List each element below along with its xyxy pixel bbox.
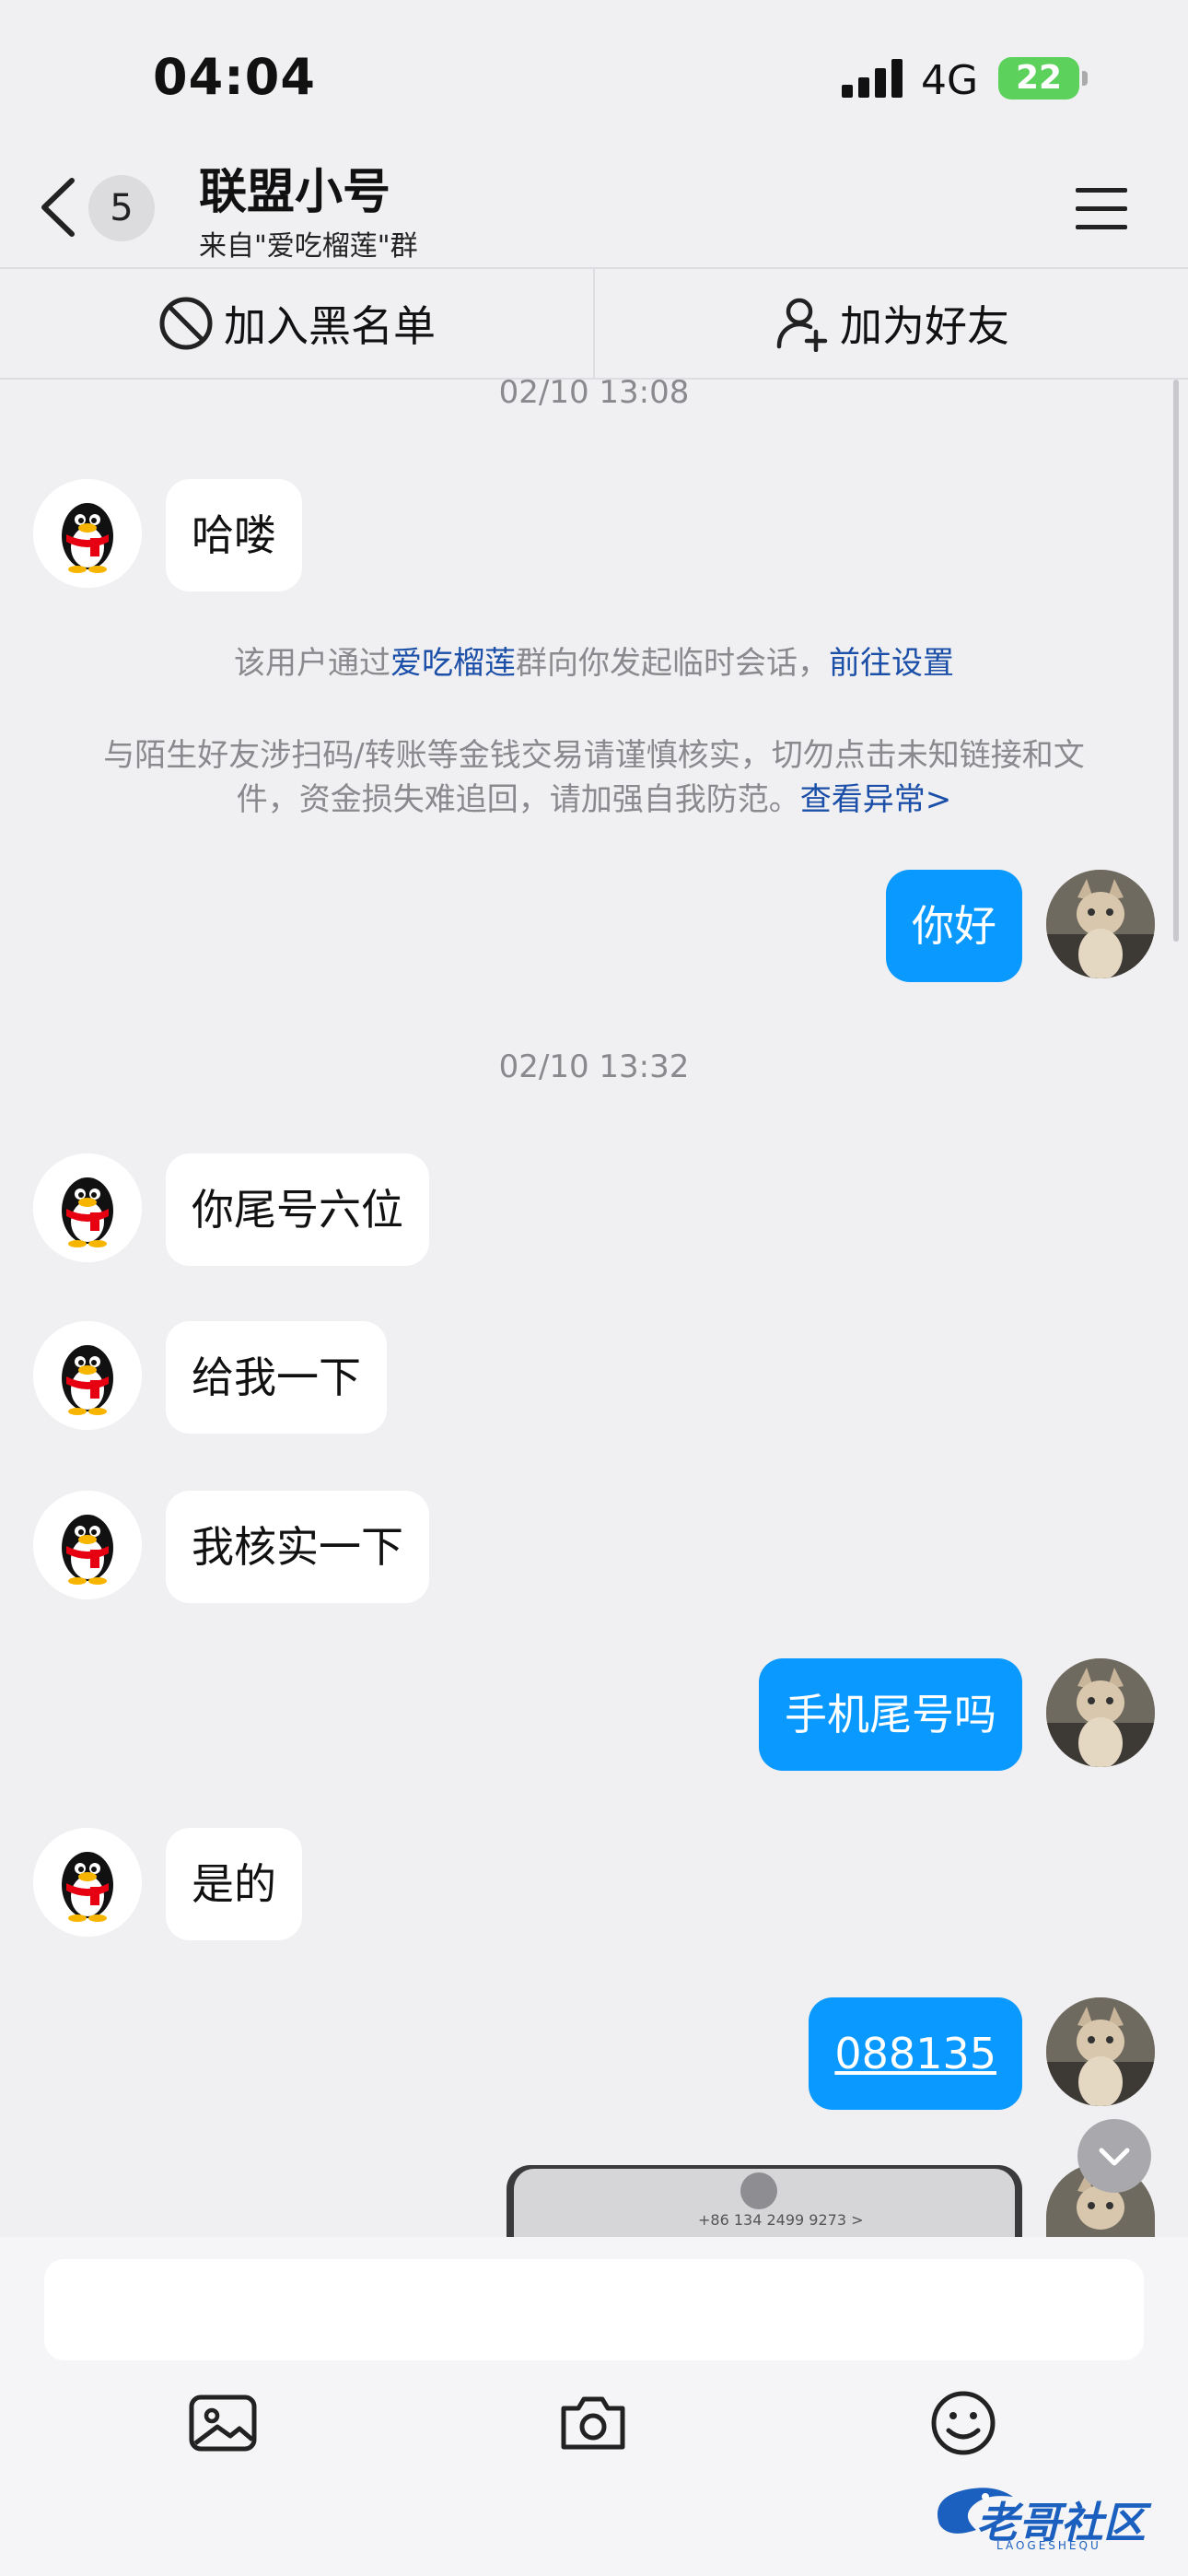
my-message-bubble[interactable]: 088135 (809, 1997, 1022, 2110)
settings-link[interactable]: 前往设置 (829, 645, 954, 682)
my-avatar[interactable] (1046, 870, 1155, 978)
penguin-avatar-icon (33, 479, 142, 588)
watermark-logo: 老哥社区 LAOGESHEQU (921, 2469, 1173, 2561)
session-notice: 该用户通过爱吃榴莲群向你发起临时会话，前往设置 (64, 641, 1124, 685)
penguin-avatar-icon (33, 1828, 142, 1937)
add-user-icon (776, 298, 828, 352)
chevron-down-icon (1099, 2148, 1130, 2166)
status-time: 04:04 (153, 48, 316, 106)
penguin-avatar-icon (33, 1491, 142, 1599)
safety-notice-line2: 件，资金损失难追回，请加强自我防范。 (236, 781, 800, 818)
contact-avatar[interactable] (33, 1828, 142, 1937)
network-label: 4G (921, 57, 979, 104)
block-icon (159, 297, 213, 350)
battery-indicator: 22 (998, 57, 1079, 100)
image-contact-avatar (740, 2172, 777, 2209)
timestamp: 02/10 13:08 (498, 374, 690, 411)
contact-avatar[interactable] (33, 1321, 142, 1430)
back-icon[interactable] (37, 175, 79, 240)
contact-avatar[interactable] (33, 1491, 142, 1599)
unread-badge[interactable]: 5 (88, 175, 155, 241)
my-avatar[interactable] (1046, 1658, 1155, 1767)
my-message-bubble[interactable]: 你好 (886, 870, 1022, 982)
cat-avatar-icon (1046, 1997, 1155, 2106)
view-anomaly-link[interactable]: 查看异常> (800, 781, 952, 818)
message-bubble[interactable]: 给我一下 (166, 1321, 387, 1434)
contact-avatar[interactable] (33, 479, 142, 588)
message-input[interactable] (44, 2259, 1144, 2360)
scroll-to-bottom-button[interactable] (1077, 2119, 1151, 2193)
safety-notice: 与陌生好友涉扫码/转账等金钱交易请谨慎核实，切勿点击未知链接和文 件，资金损失难… (64, 733, 1124, 822)
image-message[interactable]: +86 134 2499 9273 > (507, 2165, 1022, 2239)
penguin-avatar-icon (33, 1153, 142, 1262)
timestamp: 02/10 13:32 (498, 1048, 690, 1085)
watermark-subtext: LAOGESHEQU (996, 2539, 1101, 2552)
chat-title: 联盟小号 (199, 165, 391, 220)
message-bubble[interactable]: 你尾号六位 (166, 1153, 429, 1266)
signal-icon (842, 59, 903, 98)
image-preview: +86 134 2499 9273 > (514, 2169, 1015, 2239)
my-avatar[interactable] (1046, 1997, 1155, 2106)
penguin-avatar-icon (33, 1321, 142, 1430)
emoji-icon[interactable] (926, 2386, 1000, 2460)
add-friend-button[interactable]: 加为好友 (595, 269, 1188, 378)
chat-scrollbar[interactable] (1173, 380, 1179, 942)
contact-avatar[interactable] (33, 1153, 142, 1262)
block-label: 加入黑名单 (224, 301, 436, 351)
group-link[interactable]: 爱吃榴莲 (390, 645, 516, 682)
image-caption: +86 134 2499 9273 > (698, 2211, 864, 2229)
message-bubble[interactable]: 是的 (166, 1828, 302, 1940)
add-friend-label: 加为好友 (840, 301, 1009, 351)
menu-icon[interactable] (1076, 186, 1127, 230)
battery-level: 22 (1015, 59, 1063, 97)
battery-tip (1082, 71, 1088, 86)
cat-avatar-icon (1046, 870, 1155, 978)
block-button[interactable]: 加入黑名单 (0, 269, 593, 378)
safety-notice-line1: 与陌生好友涉扫码/转账等金钱交易请谨慎核实，切勿点击未知链接和文 (103, 737, 1085, 774)
message-bubble[interactable]: 哈喽 (166, 479, 302, 591)
cat-avatar-icon (1046, 1658, 1155, 1767)
image-icon[interactable] (186, 2386, 260, 2460)
notice-prefix: 该用户通过 (234, 645, 390, 682)
message-bubble[interactable]: 我核实一下 (166, 1491, 429, 1603)
chat-subtitle: 来自"爱吃榴莲"群 (199, 230, 418, 263)
my-message-bubble[interactable]: 手机尾号吗 (759, 1658, 1022, 1771)
notice-middle: 群向你发起临时会话， (516, 645, 829, 682)
camera-icon[interactable] (556, 2386, 630, 2460)
